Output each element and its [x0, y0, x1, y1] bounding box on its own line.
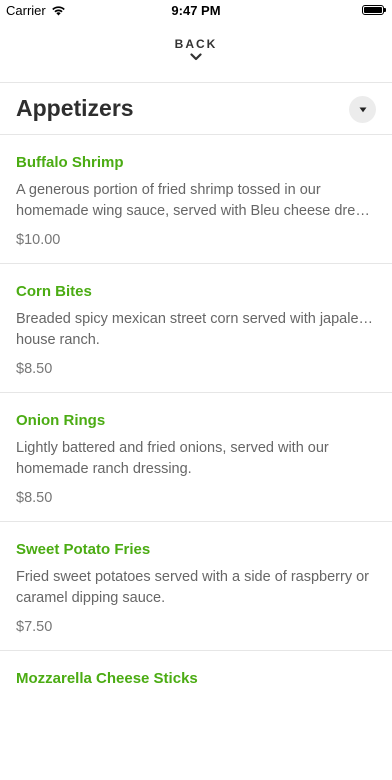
- menu-item[interactable]: Onion Rings Lightly battered and fried o…: [0, 393, 392, 522]
- item-price: $10.00: [16, 232, 61, 248]
- menu-item[interactable]: Buffalo Shrimp A generous portion of fri…: [0, 135, 392, 264]
- battery-cap: [384, 8, 386, 12]
- item-description-line: homemade ranch dressing.: [16, 461, 192, 477]
- battery-icon: [362, 5, 386, 15]
- item-description-line: Lightly battered and fried onions, serve…: [16, 440, 329, 456]
- header-divider: [0, 82, 392, 83]
- item-description-line: A generous portion of fried shrimp tosse…: [16, 182, 321, 198]
- item-description-line: Fried sweet potatoes served with a side …: [16, 569, 369, 585]
- item-price: $8.50: [16, 361, 53, 377]
- menu-item[interactable]: Mozzarella Cheese Sticks: [0, 651, 392, 780]
- item-description-line: homemade wing sauce, served with Bleu ch…: [16, 203, 376, 219]
- section-title: Appetizers: [16, 95, 134, 121]
- section-header: Appetizers: [0, 84, 392, 134]
- menu-list: Buffalo Shrimp A generous portion of fri…: [0, 135, 392, 780]
- back-button[interactable]: BACK: [0, 34, 392, 74]
- menu-item[interactable]: Sweet Potato Fries Fried sweet potatoes …: [0, 522, 392, 651]
- item-description-line: Breaded spicy mexican street corn served…: [16, 311, 376, 327]
- item-name: Buffalo Shrimp: [16, 154, 124, 171]
- category-dropdown-button[interactable]: [349, 96, 376, 123]
- battery-fill: [364, 7, 382, 13]
- item-name: Sweet Potato Fries: [16, 541, 151, 558]
- menu-item[interactable]: Corn Bites Breaded spicy mexican street …: [0, 264, 392, 393]
- item-name: Corn Bites: [16, 283, 92, 300]
- item-name: Onion Rings: [16, 412, 106, 429]
- item-price: $8.50: [16, 490, 53, 506]
- item-description-line: caramel dipping sauce.: [16, 590, 166, 606]
- item-price: $7.50: [16, 619, 53, 635]
- item-description-line: house ranch.: [16, 332, 100, 348]
- chevron-down-icon: [190, 53, 202, 61]
- status-time: 9:47 PM: [171, 3, 221, 18]
- caret-down-icon: [359, 107, 366, 112]
- status-bar: Carrier 9:47 PM: [0, 0, 392, 24]
- item-name: Mozzarella Cheese Sticks: [16, 670, 198, 687]
- back-label: BACK: [174, 37, 218, 51]
